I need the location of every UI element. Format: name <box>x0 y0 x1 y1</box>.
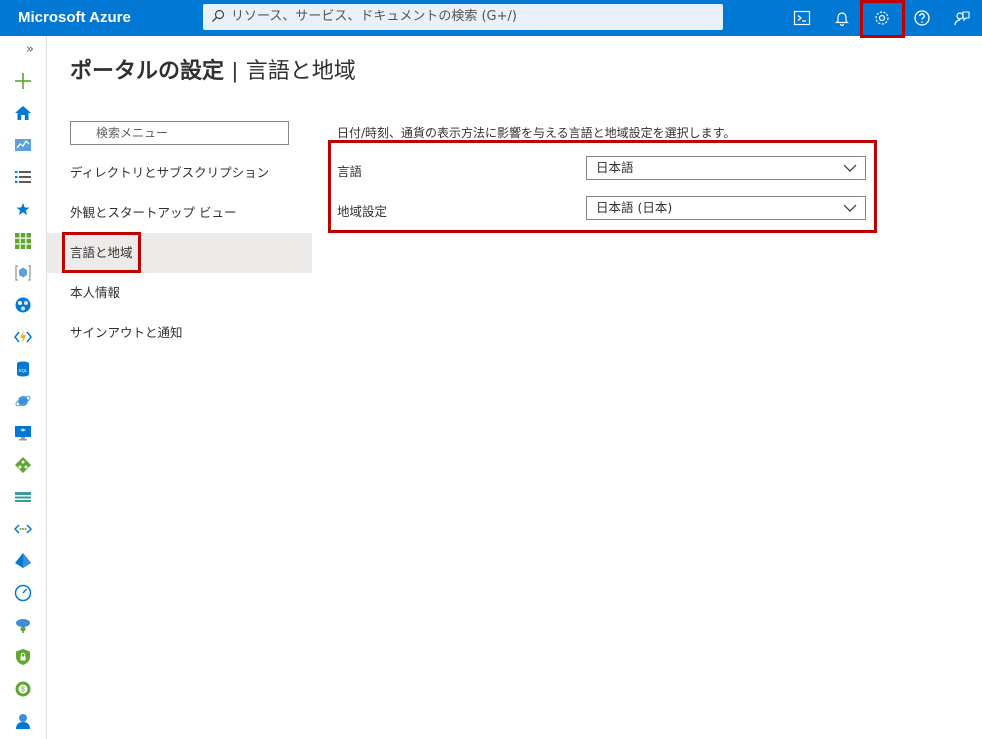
feedback-button[interactable] <box>942 0 982 36</box>
page-title-separator: | <box>232 58 238 83</box>
cloud-shell-button[interactable] <box>782 0 822 36</box>
resource-groups-icon[interactable] <box>12 262 34 284</box>
load-balancers-icon[interactable] <box>12 454 34 476</box>
sql-database-icon[interactable]: SQL <box>12 358 34 380</box>
menu-item-directories[interactable]: ディレクトリとサブスクリプション <box>47 153 312 193</box>
virtual-networks-icon[interactable] <box>12 518 34 540</box>
region-value: 日本語 (日本) <box>596 200 673 215</box>
function-app-icon[interactable] <box>12 326 34 348</box>
menu-item-appearance[interactable]: 外観とスタートアップ ビュー <box>47 193 312 233</box>
svg-text:SQL: SQL <box>18 368 28 373</box>
top-bar: Microsoft Azure リソース、サービス、ドキュメントの検索 (G+/… <box>0 0 982 36</box>
feedback-icon <box>954 11 970 26</box>
home-icon[interactable] <box>12 102 34 124</box>
svg-text:$: $ <box>21 687 25 694</box>
page-title-sub: 言語と地域 <box>245 58 356 83</box>
security-center-icon[interactable] <box>12 646 34 668</box>
all-resources-icon[interactable] <box>12 230 34 252</box>
notifications-button[interactable] <box>822 0 862 36</box>
app-services-icon[interactable] <box>12 294 34 316</box>
virtual-machines-icon[interactable] <box>12 422 34 444</box>
storage-accounts-icon[interactable] <box>12 486 34 508</box>
dashboard-icon[interactable] <box>12 134 34 156</box>
advisor-icon[interactable] <box>12 614 34 636</box>
global-search-input[interactable]: リソース、サービス、ドキュメントの検索 (G+/) <box>203 4 723 30</box>
nav-highlight-box <box>62 232 141 273</box>
cosmos-db-icon[interactable] <box>12 390 34 412</box>
monitor-icon[interactable] <box>12 582 34 604</box>
help-support-icon[interactable] <box>12 710 34 732</box>
menu-search-input[interactable]: 検索メニュー <box>70 121 289 145</box>
search-placeholder: リソース、サービス、ドキュメントの検索 (G+/) <box>231 9 517 24</box>
region-label: 地域設定 <box>337 204 388 219</box>
chevron-down-icon <box>843 164 857 172</box>
help-icon <box>914 10 930 26</box>
page-title: ポータルの設定 | 言語と地域 <box>70 53 356 85</box>
chevron-down-icon <box>843 204 857 212</box>
region-select[interactable]: 日本語 (日本) <box>586 196 866 220</box>
language-select[interactable]: 日本語 <box>586 156 866 180</box>
search-icon <box>212 9 225 22</box>
language-value: 日本語 <box>596 160 634 175</box>
menu-item-my-information[interactable]: 本人情報 <box>47 273 312 313</box>
cost-management-icon[interactable]: $ <box>12 678 34 700</box>
settings-highlight-box <box>860 0 905 38</box>
help-button[interactable] <box>902 0 942 36</box>
description-text: 日付/時刻、通貨の表示方法に影響を与える言語と地域設定を選択します。 <box>337 126 736 140</box>
menu-search-placeholder: 検索メニュー <box>96 126 169 140</box>
left-rail: » SQL $ <box>0 36 47 739</box>
language-label: 言語 <box>337 164 363 179</box>
create-resource-icon[interactable] <box>12 70 34 92</box>
favorites-icon[interactable] <box>12 198 34 220</box>
notifications-icon <box>835 12 849 27</box>
azure-ad-icon[interactable] <box>12 550 34 572</box>
menu-item-signout-notifications[interactable]: サインアウトと通知 <box>47 313 312 353</box>
cloud-shell-icon <box>793 10 811 26</box>
page-title-main: ポータルの設定 <box>70 58 225 83</box>
all-services-icon[interactable] <box>12 166 34 188</box>
expand-rail-button[interactable]: » <box>26 42 34 57</box>
brand-title[interactable]: Microsoft Azure <box>18 0 131 36</box>
